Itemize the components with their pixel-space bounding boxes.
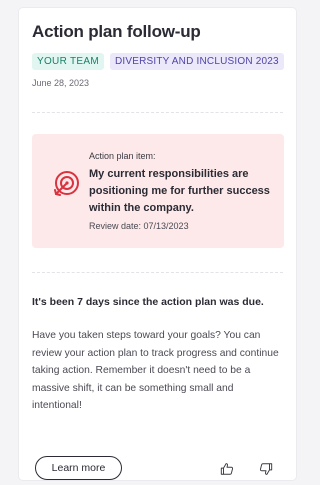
thumbs-down-icon[interactable] [259,462,273,476]
action-plan-card: Action plan follow-up YOUR TEAM DIVERSIT… [19,8,296,480]
action-plan-item-box: Action plan item: My current responsibil… [32,134,284,248]
tag-list: YOUR TEAM DIVERSITY AND INCLUSION 2023 [32,53,284,70]
overdue-heading: It's been 7 days since the action plan w… [32,296,264,308]
learn-more-button[interactable]: Learn more [35,456,122,480]
tag-your-team: YOUR TEAM [32,53,104,70]
action-plan-statement: My current responsibilities are position… [89,168,270,214]
thumbs-up-icon[interactable] [220,462,234,476]
divider [32,272,283,273]
review-date: Review date: 07/13/2023 [89,221,189,231]
message-body: Have you taken steps toward your goals? … [32,330,279,411]
page: Action plan follow-up YOUR TEAM DIVERSIT… [0,0,304,485]
divider [32,112,283,113]
target-icon [54,171,79,196]
tag-survey: DIVERSITY AND INCLUSION 2023 [109,53,284,70]
card-date: June 28, 2023 [32,78,90,88]
card-title: Action plan follow-up [32,22,201,41]
action-plan-label: Action plan item: [89,151,156,161]
action-plan-text: Action plan item: My current responsibil… [89,151,279,231]
